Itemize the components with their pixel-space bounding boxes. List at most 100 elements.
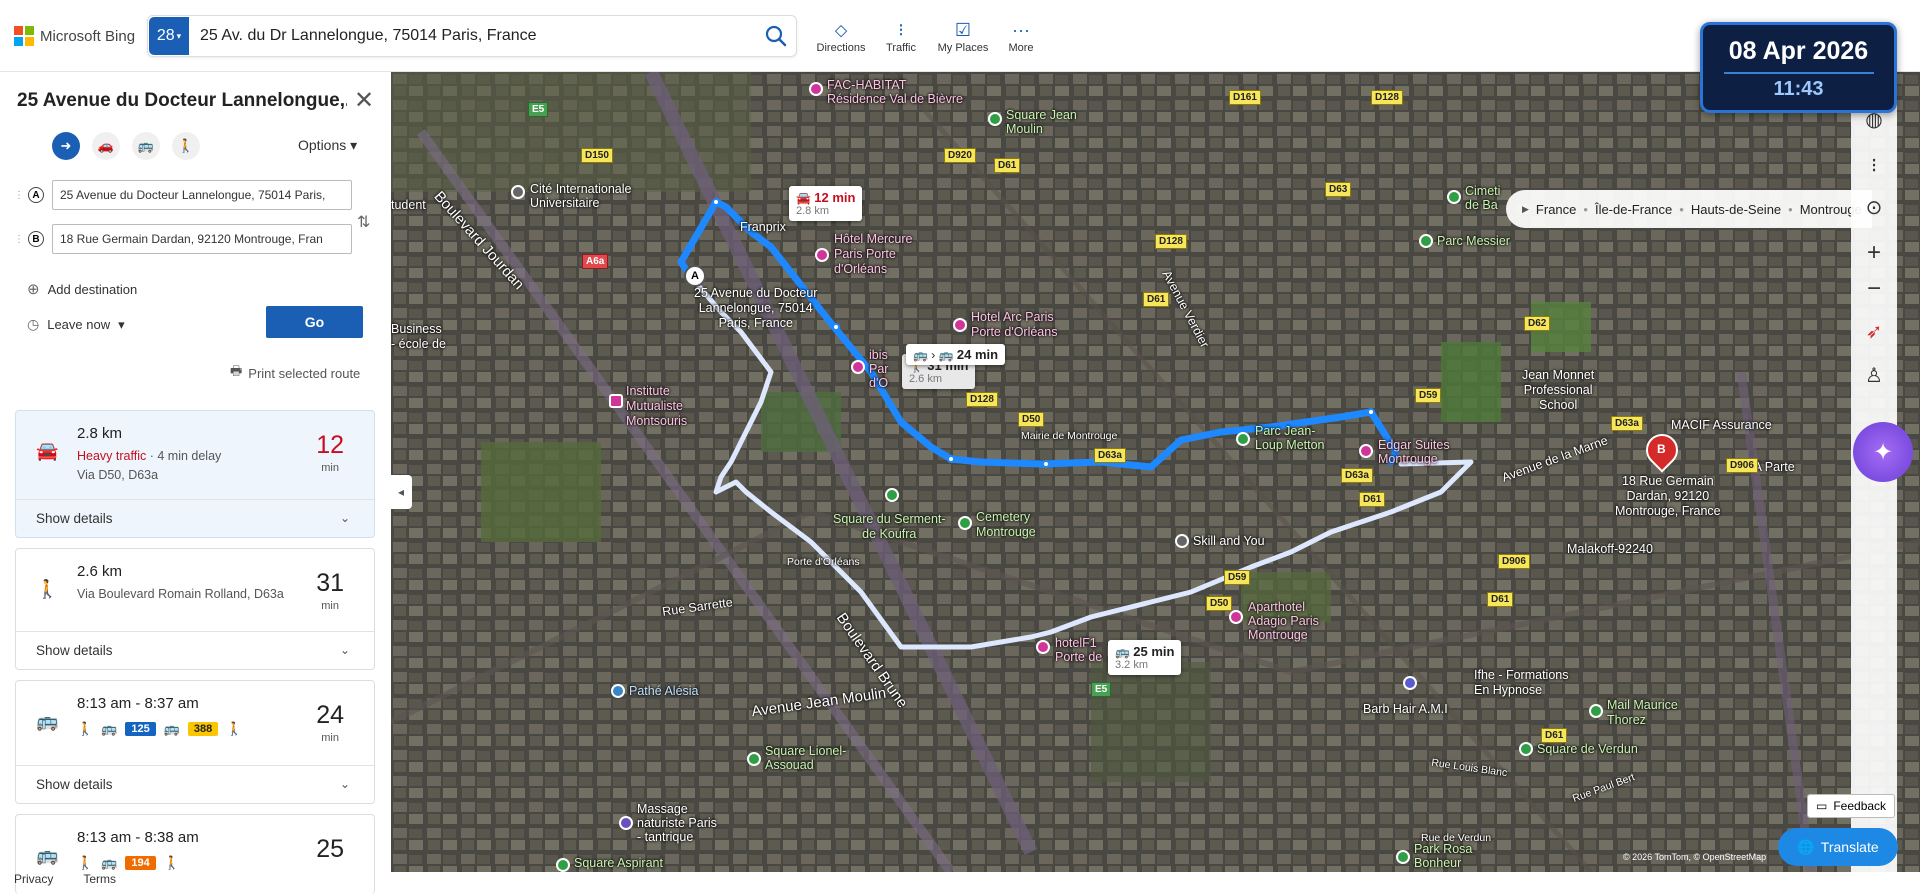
cemetery-poi-icon[interactable] — [958, 516, 972, 530]
salon-poi-icon[interactable] — [1403, 676, 1417, 690]
nav-directions-button[interactable]: ⬦ Directions — [809, 18, 873, 55]
breadcrumb-item[interactable]: Hauts-de-Seine — [1691, 202, 1781, 217]
map-label-square-jean-moulin[interactable]: Square Jean Moulin — [1006, 108, 1077, 136]
map-label-cite-universitaire[interactable]: Cité Internationale Universitaire — [530, 182, 631, 210]
map-label-parc-messier[interactable]: Parc Messier — [1437, 234, 1510, 248]
hotel-poi-icon[interactable] — [851, 360, 865, 374]
zoom-out-icon[interactable]: − — [1851, 272, 1897, 306]
park-poi-icon[interactable] — [1519, 742, 1533, 756]
waypoint-b-input[interactable]: 18 Rue Germain Dardan, 92120 Montrouge, … — [52, 224, 352, 254]
map-label-hotel-mercure[interactable]: Hôtel Mercure Paris Porte d'Orléans — [834, 232, 913, 277]
drag-handle-icon[interactable]: ⋮ — [14, 234, 24, 245]
best-route-mode-icon[interactable]: ➜ — [52, 132, 80, 160]
cinema-poi-icon[interactable] — [611, 684, 625, 698]
route-bubble-car[interactable]: 🚘 12 min 2.8 km — [789, 186, 863, 221]
route-card-walk[interactable]: 🚶 2.6 km Via Boulevard Romain Rolland, D… — [15, 548, 375, 670]
go-button[interactable]: Go — [266, 306, 363, 338]
nav-my-places-button[interactable]: ☑ My Places — [931, 18, 995, 55]
map-label-square-de-verdun[interactable]: Square de Verdun — [1537, 742, 1638, 756]
map-label-ibis[interactable]: ibis Par d'O — [869, 348, 888, 390]
map-label-business-school[interactable]: Business - école de — [391, 322, 446, 352]
zoom-in-icon[interactable]: + — [1851, 236, 1897, 270]
park-poi-icon[interactable] — [1419, 234, 1433, 248]
park-poi-icon[interactable] — [988, 112, 1002, 126]
building-poi-icon[interactable] — [1175, 534, 1189, 548]
map-label-destination-address[interactable]: 18 Rue Germain Dardan, 92120 Montrouge, … — [1615, 474, 1721, 519]
map-label-rue-de-verdun[interactable]: Rue de Verdun — [1421, 832, 1491, 844]
car-mode-icon[interactable]: 🚗 — [92, 132, 120, 160]
map-label-square-serment-koufra[interactable]: Square du Serment- de Koufra — [833, 512, 946, 542]
breadcrumb-item[interactable]: France — [1536, 202, 1576, 217]
route-card-car[interactable]: 🚘 2.8 km Heavy traffic · 4 min delay Via… — [15, 410, 375, 538]
hotel-poi-icon[interactable] — [953, 318, 967, 332]
copilot-sparkle-icon[interactable]: ✦ — [1853, 422, 1913, 482]
map-label-ifhe-formations[interactable]: Ifhe - Formations En Hypnose — [1474, 668, 1568, 698]
leave-now-dropdown[interactable]: ◷ Leave now ▾ — [27, 316, 125, 333]
hotel-poi-icon[interactable] — [815, 248, 829, 262]
park-poi-icon[interactable] — [1396, 850, 1410, 864]
collapse-panel-button[interactable]: ◂ — [390, 475, 412, 509]
print-route-button[interactable]: 🖶 Print selected route — [230, 362, 360, 384]
map-label-macif[interactable]: MACIF Assurance — [1671, 418, 1772, 432]
park-poi-icon[interactable] — [1589, 704, 1603, 718]
map-label-skill-and-you[interactable]: Skill and You — [1193, 534, 1265, 548]
swap-waypoints-icon[interactable]: ⇅ — [357, 212, 370, 232]
hotel-poi-icon[interactable] — [1036, 640, 1050, 654]
traffic-layer-icon[interactable]: ⁝ — [1851, 148, 1897, 182]
park-poi-icon[interactable] — [747, 752, 761, 766]
map-label-fac-habitat[interactable]: FAC-HABITAT Résidence Val de Bièvre — [827, 78, 963, 106]
transit-mode-icon[interactable]: 🚌 — [132, 132, 160, 160]
hospital-poi-icon[interactable] — [609, 394, 623, 408]
waypoint-a-input[interactable]: 25 Avenue du Docteur Lannelongue, 75014 … — [52, 180, 352, 210]
map-view[interactable]: A B 🚘 12 min 2.8 km 🚶 31 min 2.6 km 🚌 › … — [391, 72, 1920, 872]
search-icon[interactable] — [764, 24, 788, 48]
map-label-square-aspirant[interactable]: Square Aspirant — [574, 856, 663, 870]
locate-me-icon[interactable]: ⊙ — [1851, 190, 1897, 224]
map-label-mail-maurice-thorez[interactable]: Mail Maurice Thorez — [1607, 698, 1678, 728]
breadcrumb-item[interactable]: Île-de-France — [1595, 202, 1672, 217]
bing-logo[interactable]: Microsoft Bing — [14, 26, 135, 46]
privacy-link[interactable]: Privacy — [14, 872, 53, 886]
drag-handle-icon[interactable]: ⋮ — [14, 190, 24, 201]
walk-mode-icon[interactable]: 🚶 — [172, 132, 200, 160]
route-card-transit[interactable]: 🚌 8:13 am - 8:37 am 🚶 🚌 125 🚌 388 🚶 24 m… — [15, 680, 375, 804]
start-marker-a-icon[interactable]: A — [684, 265, 706, 287]
search-input[interactable]: 25 Av. du Dr Lannelongue, 75014 Paris, F… — [200, 27, 537, 45]
map-label-cimetiere[interactable]: Cimeti de Ba — [1465, 184, 1500, 212]
map-label-hotelf1[interactable]: hotelF1 Porte de — [1055, 636, 1102, 664]
hotel-poi-icon[interactable] — [809, 82, 823, 96]
park-poi-icon[interactable] — [1236, 432, 1250, 446]
nav-more-button[interactable]: ··· More — [989, 18, 1053, 55]
map-label-student[interactable]: tudent — [391, 198, 426, 212]
cemetery-poi-icon[interactable] — [1447, 190, 1461, 204]
route-bubble-bus[interactable]: 🚌 25 min 3.2 km — [1108, 640, 1182, 675]
translate-button[interactable]: 🌐 Translate — [1778, 828, 1898, 866]
map-label-porte-dorleans[interactable]: Porte d'Orléans — [787, 556, 860, 568]
show-details-toggle[interactable]: Show details ⌄ — [16, 631, 374, 669]
street-view-icon[interactable]: ♙ — [1851, 358, 1897, 392]
map-label-hotel-arc[interactable]: Hotel Arc Paris Porte d'Orléans — [971, 310, 1057, 340]
map-label-massage[interactable]: Massage naturiste Paris - tantrique — [637, 802, 717, 844]
map-label-start-address[interactable]: 25 Avenue du Docteur Lannelongue, 75014 … — [694, 286, 817, 331]
map-label-pathe-alesia[interactable]: Pathé Alésia — [629, 684, 699, 698]
park-poi-icon[interactable] — [556, 858, 570, 872]
route-bubble-transit[interactable]: 🚌 › 🚌 24 min — [906, 344, 1006, 365]
search-badge[interactable]: 28 ▾ — [149, 17, 189, 55]
options-dropdown[interactable]: Options ▾ — [298, 137, 357, 154]
university-poi-icon[interactable] — [511, 185, 525, 199]
map-label-barb-hair[interactable]: Barb Hair A.M.I — [1363, 702, 1448, 716]
close-icon[interactable]: ✕ — [354, 86, 374, 115]
map-label-mairie-de-montrouge[interactable]: Mairie de Montrouge — [1021, 430, 1117, 442]
compass-icon[interactable]: ➶ — [1851, 314, 1897, 348]
map-label-square-lionel-assouad[interactable]: Square Lionel- Assouad — [765, 744, 846, 772]
hotel-poi-icon[interactable] — [1229, 610, 1243, 624]
park-poi-icon[interactable] — [885, 488, 899, 502]
map-label-malakoff[interactable]: Malakoff-92240 — [1567, 542, 1653, 556]
spa-poi-icon[interactable] — [619, 816, 633, 830]
show-details-toggle[interactable]: Show details ⌄ — [16, 499, 374, 537]
hotel-poi-icon[interactable] — [1359, 444, 1373, 458]
map-label-jean-monnet-school[interactable]: Jean Monnet Professional School — [1522, 368, 1594, 413]
show-details-toggle[interactable]: Show details ⌄ — [16, 765, 374, 803]
feedback-button[interactable]: ▭ Feedback — [1807, 794, 1896, 818]
map-label-parc-jean-loup-metton[interactable]: Parc Jean- Loup Metton — [1255, 424, 1325, 452]
